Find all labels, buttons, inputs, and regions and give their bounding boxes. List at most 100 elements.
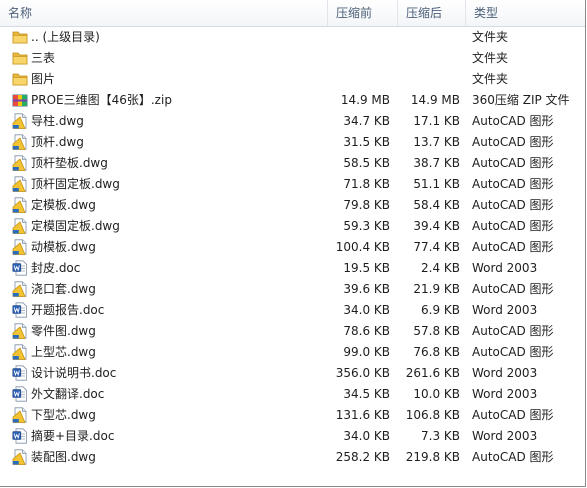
file-name-cell: 图片 bbox=[12, 69, 326, 90]
file-name: 顶杆垫板.dwg bbox=[31, 156, 108, 170]
file-row[interactable]: 图片 文件夹 bbox=[0, 69, 585, 90]
file-name-cell: 装配图.dwg bbox=[12, 447, 326, 468]
file-name-cell: 动模板.dwg bbox=[12, 237, 326, 258]
size-after: 13.7 KB bbox=[413, 135, 460, 149]
file-row[interactable]: 顶杆垫板.dwg 58.5 KB 38.7 KB AutoCAD 图形 bbox=[0, 153, 585, 174]
size-before: 79.8 KB bbox=[343, 198, 390, 212]
file-row[interactable]: 外文翻译.doc 34.5 KB 10.0 KB Word 2003 bbox=[0, 384, 585, 405]
file-name-cell: 摘要+目录.doc bbox=[12, 426, 326, 447]
file-row[interactable]: 上型芯.dwg 99.0 KB 76.8 KB AutoCAD 图形 bbox=[0, 342, 585, 363]
file-row[interactable]: 三表 文件夹 bbox=[0, 48, 585, 69]
dwg-icon bbox=[12, 281, 28, 297]
file-row[interactable]: 导柱.dwg 34.7 KB 17.1 KB AutoCAD 图形 bbox=[0, 111, 585, 132]
size-before: 58.5 KB bbox=[343, 156, 390, 170]
size-before: 71.8 KB bbox=[343, 177, 390, 191]
column-header-name[interactable]: 名称 bbox=[0, 0, 328, 26]
file-name: 封皮.doc bbox=[31, 261, 81, 275]
file-row[interactable]: 装配图.dwg 258.2 KB 219.8 KB AutoCAD 图形 bbox=[0, 447, 585, 468]
size-after: 77.4 KB bbox=[413, 240, 460, 254]
file-name: 外文翻译.doc bbox=[31, 387, 105, 401]
size-after bbox=[398, 48, 460, 69]
size-before: 34.0 KB bbox=[343, 429, 390, 443]
size-before: 258.2 KB bbox=[335, 450, 390, 464]
file-row[interactable]: .. (上级目录) 文件夹 bbox=[0, 27, 585, 48]
column-header: 名称 压缩前 压缩后 类型 bbox=[0, 0, 585, 27]
file-row[interactable]: 开题报告.doc 34.0 KB 6.9 KB Word 2003 bbox=[0, 300, 585, 321]
file-row[interactable]: 定模板.dwg 79.8 KB 58.4 KB AutoCAD 图形 bbox=[0, 195, 585, 216]
file-name: 开题报告.doc bbox=[31, 303, 105, 317]
file-row[interactable]: 顶杆固定板.dwg 71.8 KB 51.1 KB AutoCAD 图形 bbox=[0, 174, 585, 195]
size-before: 19.5 KB bbox=[343, 261, 390, 275]
file-row[interactable]: 下型芯.dwg 131.6 KB 106.8 KB AutoCAD 图形 bbox=[0, 405, 585, 426]
size-after: 106.8 KB bbox=[405, 408, 460, 422]
file-row[interactable]: 浇口套.dwg 39.6 KB 21.9 KB AutoCAD 图形 bbox=[0, 279, 585, 300]
file-row[interactable]: 设计说明书.doc 356.0 KB 261.6 KB Word 2003 bbox=[0, 363, 585, 384]
file-row[interactable]: 摘要+目录.doc 34.0 KB 7.3 KB Word 2003 bbox=[0, 426, 585, 447]
size-before: 34.7 KB bbox=[343, 114, 390, 128]
column-header-size-before[interactable]: 压缩前 bbox=[328, 0, 398, 26]
file-name: 定模板.dwg bbox=[31, 198, 96, 212]
file-name-cell: 零件图.dwg bbox=[12, 321, 326, 342]
file-type: AutoCAD 图形 bbox=[472, 240, 554, 254]
file-row[interactable]: 零件图.dwg 78.6 KB 57.8 KB AutoCAD 图形 bbox=[0, 321, 585, 342]
size-before: 78.6 KB bbox=[343, 324, 390, 338]
size-after: 17.1 KB bbox=[413, 114, 460, 128]
file-name-cell: 顶杆固定板.dwg bbox=[12, 174, 326, 195]
size-after: 21.9 KB bbox=[413, 282, 460, 296]
file-type: 360压缩 ZIP 文件 bbox=[472, 93, 570, 107]
dwg-icon bbox=[12, 344, 28, 360]
file-name-cell: 设计说明书.doc bbox=[12, 363, 326, 384]
file-name: 下型芯.dwg bbox=[31, 408, 96, 422]
size-after bbox=[398, 69, 460, 90]
size-after: 57.8 KB bbox=[413, 324, 460, 338]
file-type: AutoCAD 图形 bbox=[472, 177, 554, 191]
file-type: AutoCAD 图形 bbox=[472, 219, 554, 233]
size-before: 59.3 KB bbox=[343, 219, 390, 233]
size-after: 2.4 KB bbox=[421, 261, 460, 275]
file-name: 动模板.dwg bbox=[31, 240, 96, 254]
archive-file-list: 名称 压缩前 压缩后 类型 .. (上级目录) 文件夹 三表 文件夹 图片 文件夹 PROE… bbox=[0, 0, 586, 487]
file-row[interactable]: 封皮.doc 19.5 KB 2.4 KB Word 2003 bbox=[0, 258, 585, 279]
dwg-icon bbox=[12, 323, 28, 339]
file-name: 零件图.dwg bbox=[31, 324, 96, 338]
size-after: 39.4 KB bbox=[413, 219, 460, 233]
dwg-icon bbox=[12, 197, 28, 213]
doc-icon bbox=[12, 428, 28, 444]
file-type: AutoCAD 图形 bbox=[472, 198, 554, 212]
size-after: 51.1 KB bbox=[413, 177, 460, 191]
file-row[interactable]: PROE三维图【46张】.zip 14.9 MB 14.9 MB 360压缩 ZIP … bbox=[0, 90, 585, 111]
size-before bbox=[328, 69, 390, 90]
file-row[interactable]: 定模固定板.dwg 59.3 KB 39.4 KB AutoCAD 图形 bbox=[0, 216, 585, 237]
size-after: 261.6 KB bbox=[405, 366, 460, 380]
file-type: AutoCAD 图形 bbox=[472, 324, 554, 338]
size-before: 100.4 KB bbox=[335, 240, 390, 254]
size-after: 38.7 KB bbox=[413, 156, 460, 170]
folder-icon bbox=[12, 29, 28, 45]
file-type: AutoCAD 图形 bbox=[472, 345, 554, 359]
file-row[interactable]: 动模板.dwg 100.4 KB 77.4 KB AutoCAD 图形 bbox=[0, 237, 585, 258]
size-after: 6.9 KB bbox=[421, 303, 460, 317]
column-header-type[interactable]: 类型 bbox=[466, 0, 585, 26]
size-after: 76.8 KB bbox=[413, 345, 460, 359]
file-row[interactable]: 顶杆.dwg 31.5 KB 13.7 KB AutoCAD 图形 bbox=[0, 132, 585, 153]
file-name: 三表 bbox=[31, 51, 56, 65]
file-type: AutoCAD 图形 bbox=[472, 135, 554, 149]
column-header-size-after[interactable]: 压缩后 bbox=[398, 0, 466, 26]
file-name-cell: 顶杆垫板.dwg bbox=[12, 153, 326, 174]
file-name-cell: 外文翻译.doc bbox=[12, 384, 326, 405]
file-type: AutoCAD 图形 bbox=[472, 408, 554, 422]
size-after: 10.0 KB bbox=[413, 387, 460, 401]
dwg-icon bbox=[12, 155, 28, 171]
file-name-cell: 开题报告.doc bbox=[12, 300, 326, 321]
dwg-icon bbox=[12, 239, 28, 255]
size-before bbox=[328, 48, 390, 69]
file-name: 设计说明书.doc bbox=[31, 366, 117, 380]
file-type: 文件夹 bbox=[472, 30, 509, 44]
file-name: 上型芯.dwg bbox=[31, 345, 96, 359]
file-type: AutoCAD 图形 bbox=[472, 282, 554, 296]
dwg-icon bbox=[12, 407, 28, 423]
size-after: 14.9 MB bbox=[410, 93, 460, 107]
size-before: 99.0 KB bbox=[343, 345, 390, 359]
doc-icon bbox=[12, 386, 28, 402]
file-name-cell: 定模板.dwg bbox=[12, 195, 326, 216]
